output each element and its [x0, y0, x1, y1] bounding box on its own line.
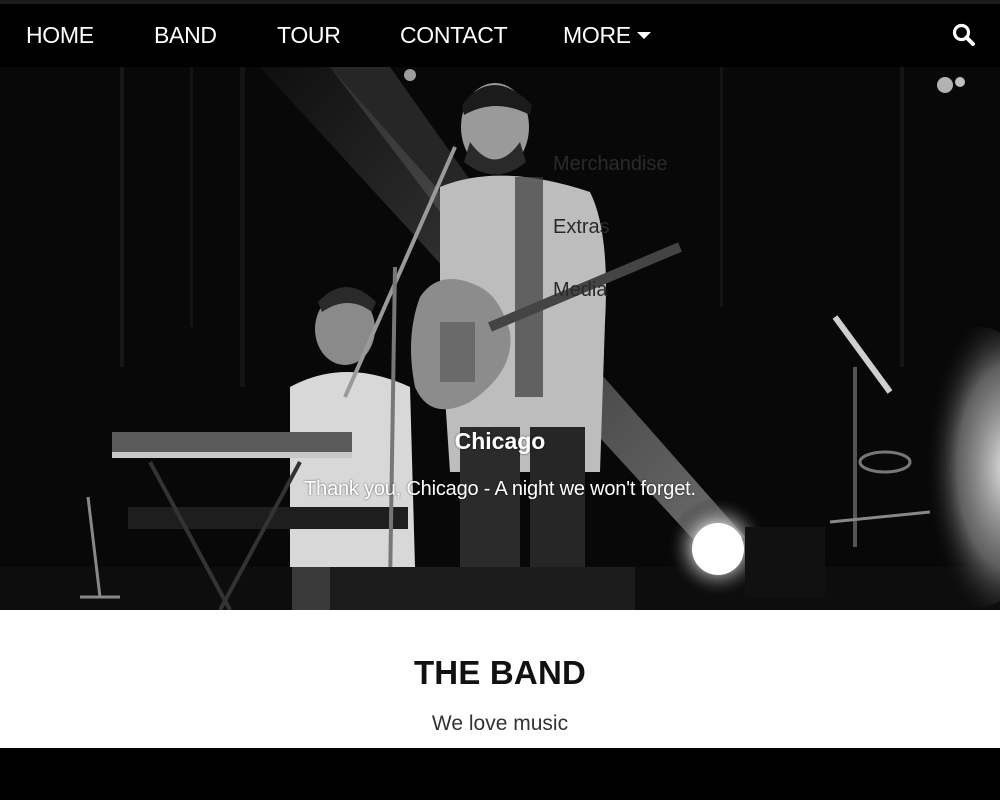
concert-photo [0, 67, 1000, 610]
nav-more-dropdown[interactable]: MORE [563, 21, 651, 49]
search-button[interactable] [951, 22, 977, 48]
more-dropdown-menu: Merchandise Extras Media [553, 147, 753, 336]
nav-more-label: MORE [563, 22, 631, 48]
band-title: THE BAND [413, 654, 587, 691]
nav-contact[interactable]: CONTACT [400, 21, 508, 49]
slide-caption-text: Thank you, Chicago - A night we won't fo… [304, 478, 696, 500]
hero-slide: Merchandise Extras Media Chicago Thank y… [0, 67, 1000, 610]
bottom-bar [0, 748, 1000, 800]
search-icon [952, 23, 975, 46]
caret-down-icon [636, 31, 651, 39]
dropdown-item-extras[interactable]: Extras [553, 210, 753, 273]
navbar: HOME BAND TOUR CONTACT MORE [0, 4, 1000, 67]
nav-home[interactable]: HOME [26, 21, 94, 49]
dropdown-item-merchandise[interactable]: Merchandise [553, 147, 753, 210]
dropdown-item-media[interactable]: Media [553, 273, 753, 336]
band-subtitle: We love music [431, 712, 569, 735]
nav-band[interactable]: BAND [154, 21, 217, 49]
slide-caption-title: Chicago [454, 428, 546, 454]
nav-tour[interactable]: TOUR [277, 21, 341, 49]
band-section: THE BAND We love music [0, 610, 1000, 748]
